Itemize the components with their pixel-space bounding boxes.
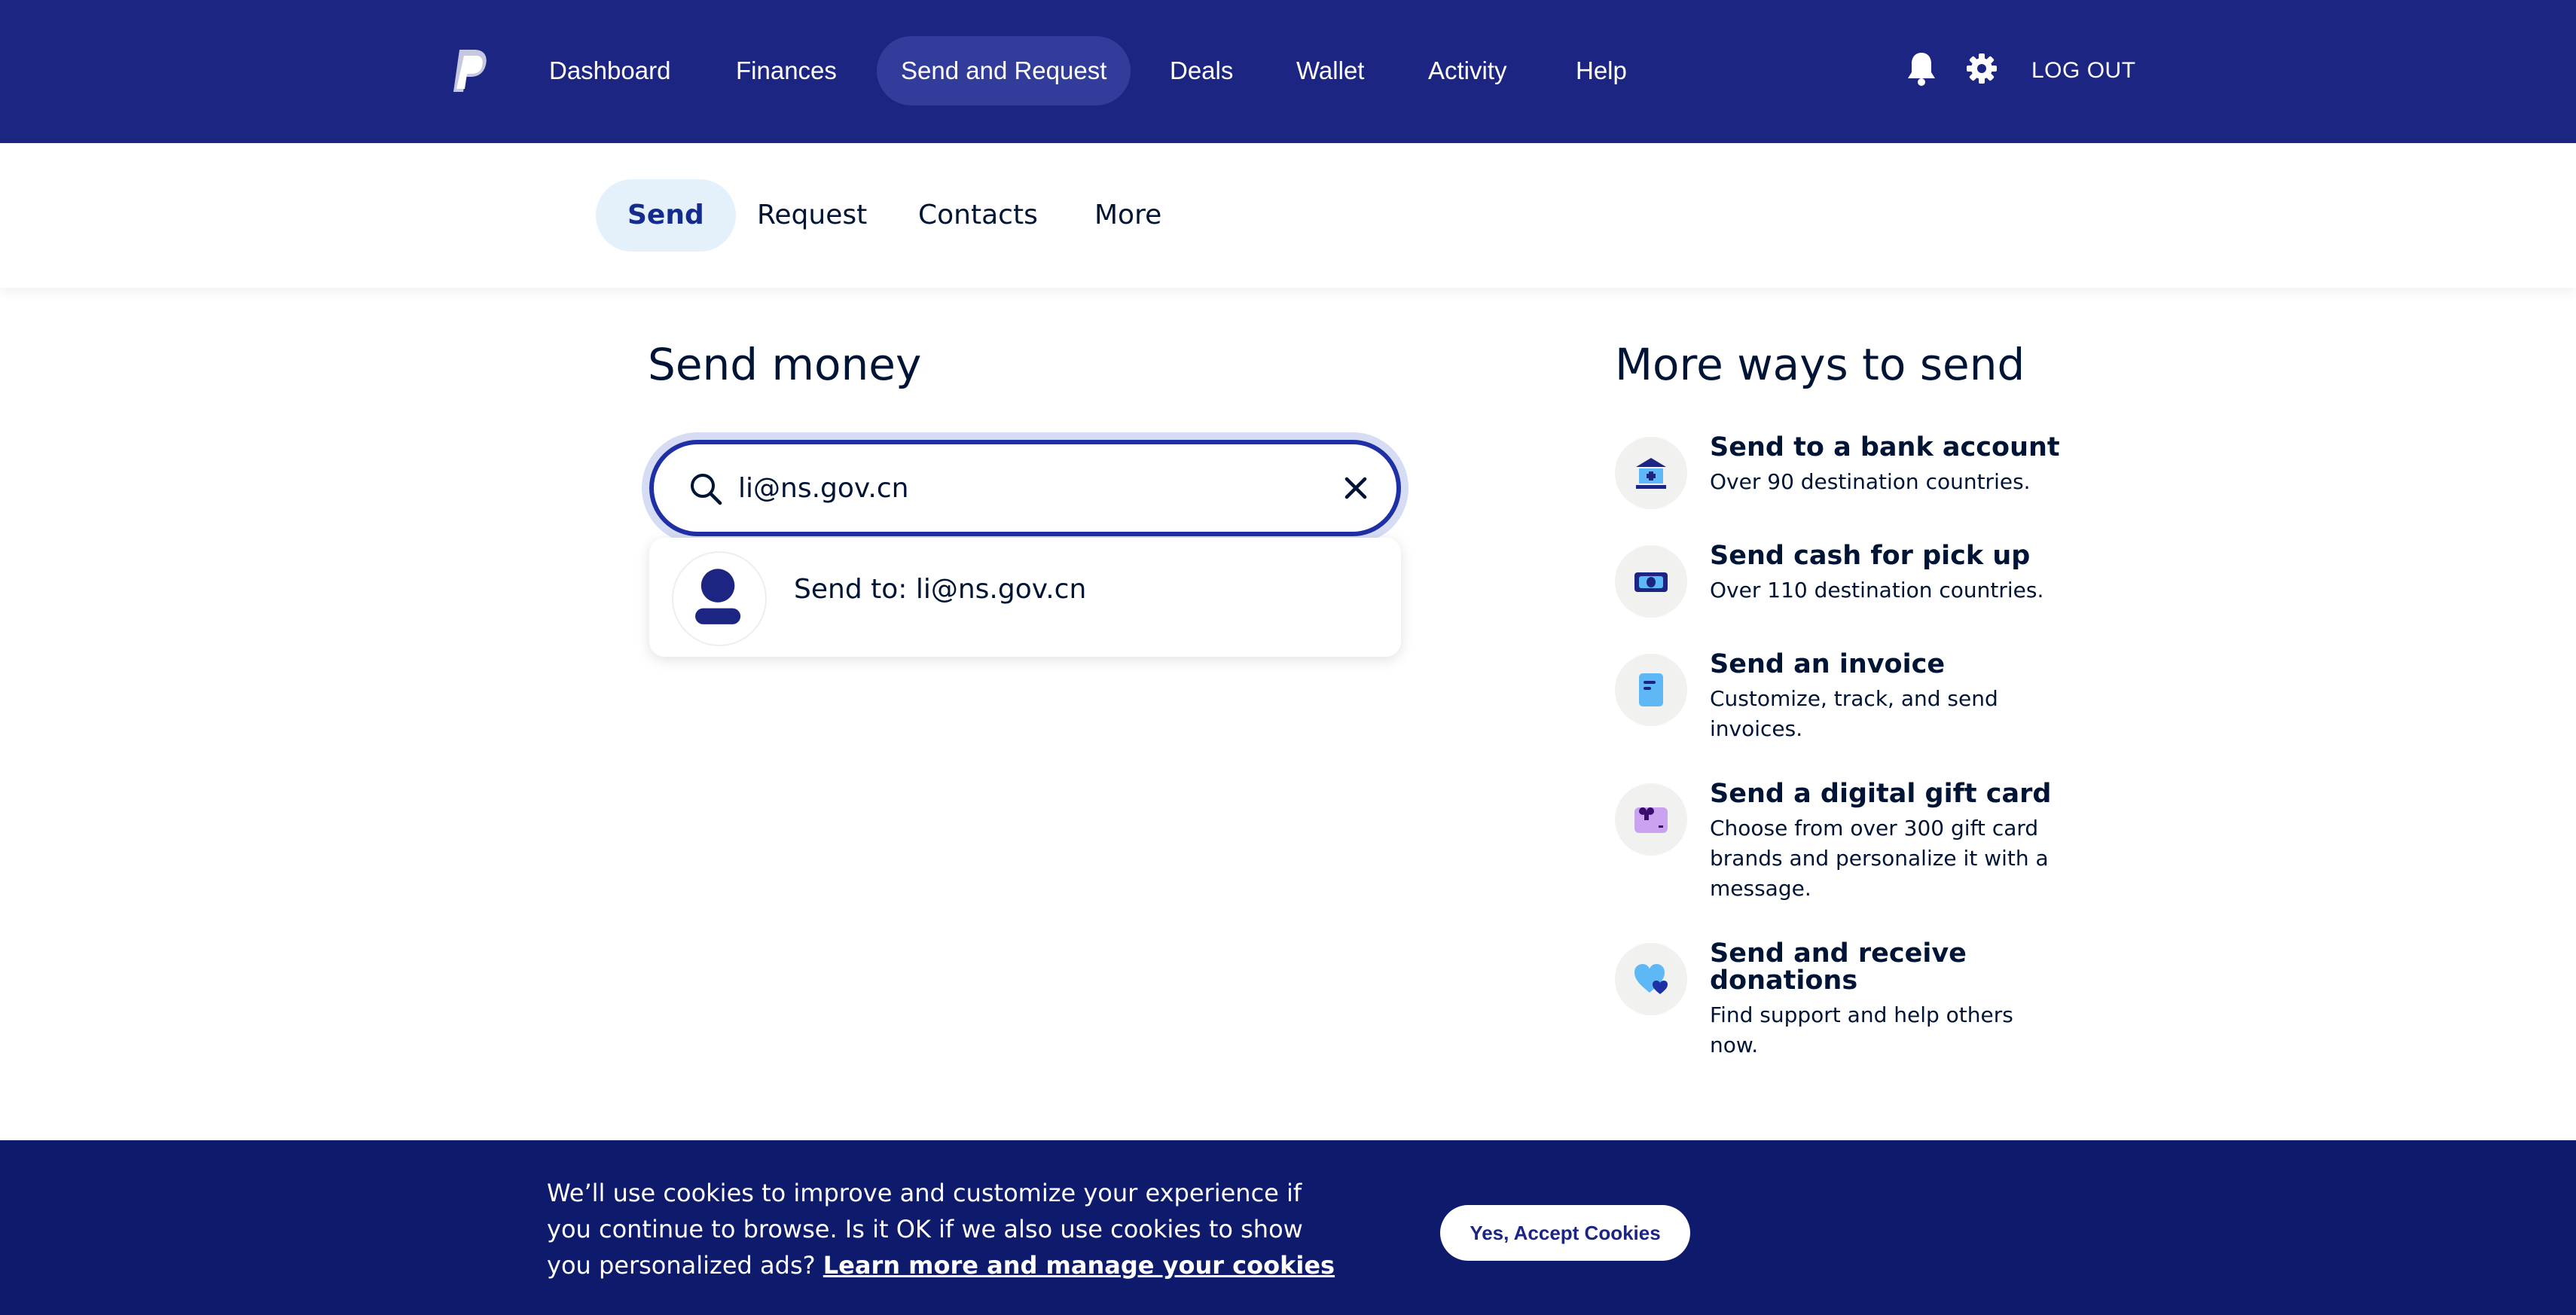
- recipient-suggestion[interactable]: Send to: li@ns.gov.cn: [649, 538, 1401, 657]
- nav-help[interactable]: Help: [1576, 36, 1627, 105]
- donation-heart-icon: [1634, 964, 1668, 994]
- top-navigation-bar: Dashboard Finances Send and Request Deal…: [0, 0, 2576, 143]
- nav-activity[interactable]: Activity: [1428, 36, 1507, 105]
- recipient-search-field[interactable]: [649, 440, 1401, 536]
- more-ways-title: More ways to send: [1615, 339, 2025, 390]
- nav-wallet[interactable]: Wallet: [1296, 36, 1364, 105]
- recipient-search-input[interactable]: [738, 461, 1265, 515]
- cookie-banner: We’ll use cookies to improve and customi…: [0, 1140, 2576, 1315]
- send-invoice-option[interactable]: Send an invoice Customize, track, and se…: [1615, 649, 2097, 759]
- accept-cookies-button[interactable]: Yes, Accept Cookies: [1440, 1205, 1690, 1261]
- send-gift-card-option[interactable]: Send a digital gift card Choose from ove…: [1615, 779, 2097, 919]
- sub-navigation-tabs: Send Request Contacts More: [0, 143, 2576, 288]
- way-title: Send and receive donations: [1710, 938, 1967, 996]
- bank-icon-container: [1615, 437, 1687, 509]
- tab-send[interactable]: Send: [596, 179, 736, 252]
- way-description: Over 90 destination countries.: [1710, 469, 2031, 494]
- send-donations-option[interactable]: Send and receive donations Find support …: [1615, 938, 2097, 1057]
- user-icon: [695, 569, 741, 624]
- logout-button[interactable]: LOG OUT: [2031, 36, 2136, 105]
- clear-icon[interactable]: [1341, 473, 1371, 503]
- cookie-message: We’ll use cookies to improve and customi…: [547, 1175, 1338, 1283]
- suggestion-label: Send to: li@ns.gov.cn: [794, 574, 1087, 605]
- manage-cookies-link[interactable]: Learn more and manage your cookies: [823, 1251, 1335, 1280]
- way-title: Send to a bank account: [1710, 432, 2060, 462]
- gift-card-icon: [1634, 807, 1668, 833]
- nav-finances[interactable]: Finances: [736, 36, 837, 105]
- tab-request[interactable]: Request: [757, 179, 867, 252]
- bell-icon[interactable]: [1905, 50, 1938, 87]
- cash-icon: [1634, 572, 1668, 592]
- way-description: Over 110 destination countries.: [1710, 578, 2044, 603]
- paypal-logo-icon[interactable]: [449, 48, 488, 95]
- way-description: Find support and help others now.: [1710, 1002, 2013, 1057]
- donation-heart-icon-container: [1615, 943, 1687, 1015]
- send-cash-pickup-option[interactable]: Send cash for pick up Over 110 destinati…: [1615, 541, 2097, 628]
- send-to-bank-option[interactable]: Send to a bank account Over 90 destinati…: [1615, 432, 2097, 520]
- invoice-icon-container: [1615, 654, 1687, 726]
- way-title: Send cash for pick up: [1710, 541, 2031, 571]
- cash-icon-container: [1615, 545, 1687, 618]
- gear-icon[interactable]: [1965, 50, 1998, 87]
- avatar: [672, 551, 767, 646]
- gift-card-icon-container: [1615, 783, 1687, 856]
- search-icon: [691, 474, 722, 505]
- way-title: Send a digital gift card: [1710, 779, 2052, 809]
- invoice-icon: [1639, 673, 1663, 706]
- nav-deals[interactable]: Deals: [1170, 36, 1233, 105]
- way-title: Send an invoice: [1710, 649, 1946, 679]
- page-title: Send money: [648, 339, 922, 390]
- nav-send-and-request[interactable]: Send and Request: [877, 36, 1131, 105]
- way-description: Choose from over 300 gift card brands an…: [1710, 816, 2049, 901]
- tab-contacts[interactable]: Contacts: [918, 179, 1038, 252]
- tab-more[interactable]: More: [1094, 179, 1161, 252]
- way-description: Customize, track, and send invoices.: [1710, 686, 1998, 741]
- bank-icon: [1636, 458, 1666, 489]
- nav-dashboard[interactable]: Dashboard: [549, 36, 670, 105]
